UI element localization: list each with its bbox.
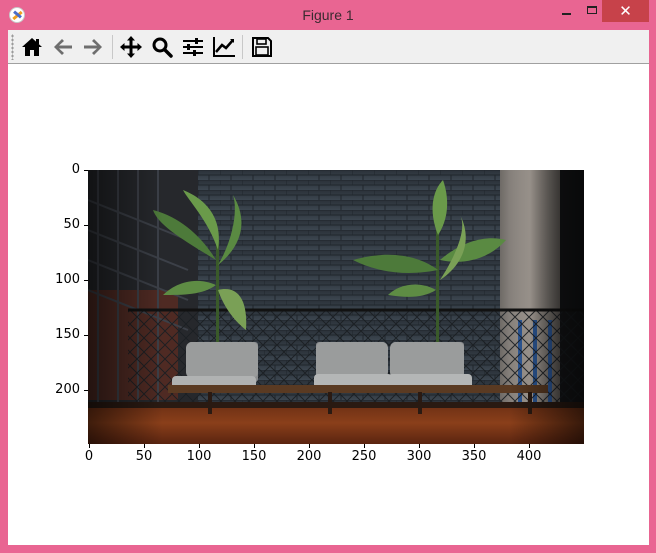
toolbar-separator — [112, 35, 113, 59]
close-button[interactable]: ✕ — [602, 0, 649, 22]
x-tick-label: 250 — [351, 449, 377, 464]
minimize-button[interactable] — [553, 0, 579, 22]
back-button[interactable] — [50, 34, 76, 60]
minimize-icon — [562, 13, 571, 15]
x-tick — [199, 444, 200, 448]
arrow-left-icon — [54, 39, 72, 55]
x-tick-label: 300 — [406, 449, 432, 464]
x-tick — [529, 444, 530, 448]
x-tick-label: 350 — [461, 449, 487, 464]
zoom-button[interactable] — [149, 34, 175, 60]
forward-button[interactable] — [80, 34, 106, 60]
sliders-icon — [183, 38, 203, 56]
y-tick-label: 0 — [71, 162, 80, 177]
pan-button[interactable] — [118, 34, 144, 60]
figure-canvas[interactable]: 0 50 100 150 200 0 50 100 150 200 250 30… — [8, 64, 649, 545]
x-tick-label: 400 — [516, 449, 542, 464]
move-icon — [120, 36, 142, 58]
x-tick-label: 200 — [296, 449, 322, 464]
toolbar-separator — [242, 35, 243, 59]
edit-axis-button[interactable] — [211, 34, 237, 60]
figure-client-area: 0 50 100 150 200 0 50 100 150 200 250 30… — [8, 30, 649, 545]
title-bar[interactable]: Figure 1 ✕ — [0, 0, 656, 30]
x-tick — [309, 444, 310, 448]
save-button[interactable] — [249, 34, 275, 60]
figure-window: Figure 1 ✕ 0 50 100 150 200 0 50 100 150… — [0, 0, 656, 553]
navigation-toolbar — [8, 30, 649, 64]
x-tick — [474, 444, 475, 448]
plot-axes[interactable] — [88, 170, 584, 444]
y-tick-label: 200 — [55, 382, 80, 397]
x-tick-label: 50 — [135, 449, 153, 464]
y-tick-label: 100 — [55, 272, 80, 287]
x-tick — [89, 444, 90, 448]
x-tick-label: 0 — [84, 449, 94, 464]
displayed-photo — [88, 170, 584, 444]
y-tick — [84, 225, 88, 226]
x-tick-label: 150 — [241, 449, 267, 464]
y-tick — [84, 280, 88, 281]
x-tick — [254, 444, 255, 448]
x-tick — [364, 444, 365, 448]
x-tick-label: 100 — [186, 449, 212, 464]
maximize-icon — [587, 6, 597, 14]
home-button[interactable] — [19, 34, 45, 60]
floppy-disk-icon — [252, 37, 272, 57]
y-tick — [84, 170, 88, 171]
configure-subplots-button[interactable] — [180, 34, 206, 60]
y-tick-label: 150 — [55, 327, 80, 342]
close-icon: ✕ — [619, 2, 632, 20]
x-tick — [419, 444, 420, 448]
y-tick — [84, 390, 88, 391]
line-chart-icon — [213, 37, 235, 57]
toolbar-grip[interactable] — [11, 34, 14, 60]
home-icon — [22, 38, 42, 56]
y-tick-label: 50 — [63, 217, 80, 232]
y-tick — [84, 335, 88, 336]
arrow-right-icon — [84, 39, 102, 55]
x-tick — [144, 444, 145, 448]
magnifier-icon — [152, 37, 173, 58]
